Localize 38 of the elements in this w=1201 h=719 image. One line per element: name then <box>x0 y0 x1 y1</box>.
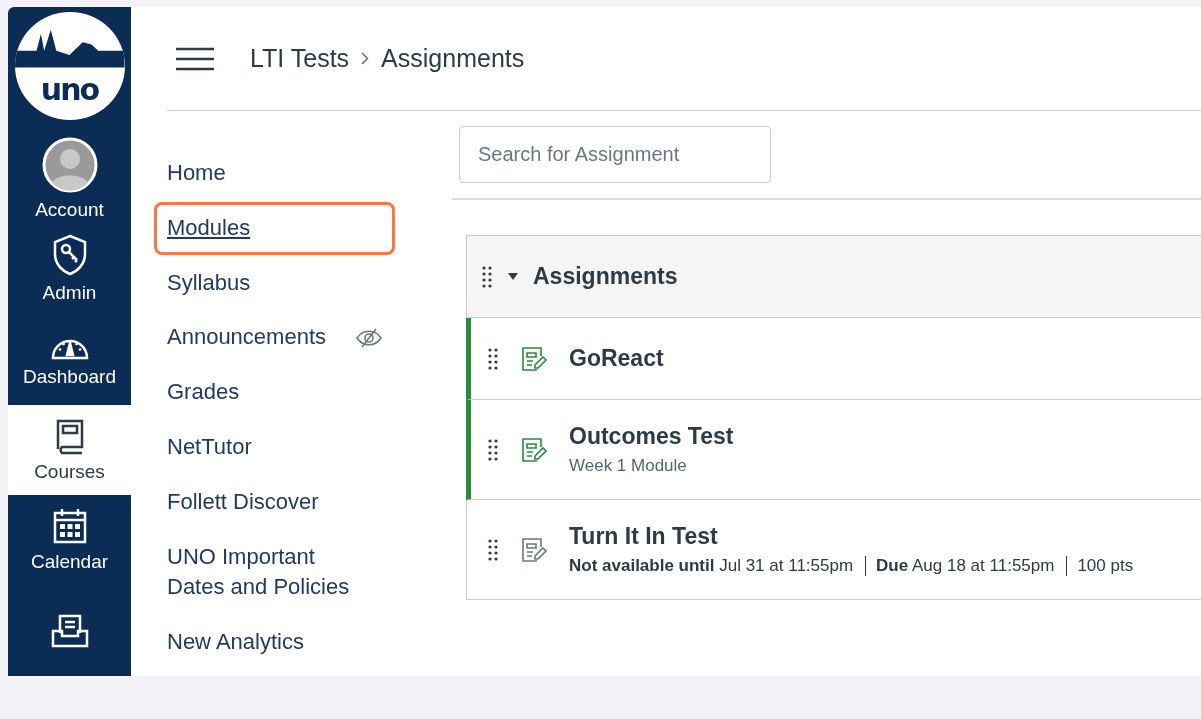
assignment-detail: Not available until Jul 31 at 11:55pm <box>569 556 854 576</box>
inbox-icon <box>49 612 90 649</box>
drag-handle-icon[interactable] <box>487 537 499 562</box>
course-nav-link[interactable]: Follett Discover <box>154 475 395 529</box>
breadcrumb-link[interactable]: Assignments <box>381 44 525 73</box>
assignment-title[interactable]: Turn It In Test <box>569 523 1134 550</box>
course-nav-link[interactable]: Announcements <box>154 311 395 365</box>
search-field[interactable]: Search for Assignment <box>459 126 771 183</box>
course-nav-link[interactable]: UNO Important Dates and Policies <box>154 530 395 615</box>
shield-key-icon <box>51 234 88 277</box>
course-nav-link[interactable]: New Analytics <box>154 616 395 669</box>
drag-handle-icon[interactable] <box>487 346 499 371</box>
course-nav-link[interactable]: Modules <box>154 201 395 255</box>
assignment-detail: Week 1 Module <box>569 456 687 476</box>
breadcrumb-link[interactable]: LTI Tests <box>250 44 350 73</box>
avatar-icon <box>41 137 98 194</box>
course-nav-link[interactable]: NetTutor <box>154 421 395 474</box>
assignment-detail: Due Aug 18 at 11:55pm <box>865 556 1055 576</box>
eye-slash-icon <box>356 327 382 348</box>
course-nav-link[interactable]: Syllabus <box>154 256 395 310</box>
group-title[interactable]: Assignments <box>533 263 678 290</box>
calendar-icon <box>51 507 88 546</box>
course-nav-link[interactable]: Home <box>154 147 395 200</box>
course-nav-link[interactable]: Grades <box>154 366 395 419</box>
nav-item[interactable]: Dashboard <box>8 314 131 405</box>
assignment-detail: 100 pts <box>1066 556 1134 576</box>
nav-item[interactable]: Account <box>8 134 131 225</box>
university-logo[interactable]: uno <box>14 12 125 120</box>
nav-item[interactable]: Admin <box>8 224 131 315</box>
assignment-title[interactable]: Outcomes Test <box>569 423 734 450</box>
menu-icon[interactable] <box>176 46 214 71</box>
assignment-title[interactable]: GoReact <box>569 345 664 372</box>
drag-handle-icon[interactable] <box>481 264 493 289</box>
caret-down-icon[interactable] <box>507 272 519 281</box>
nav-item[interactable]: Courses <box>8 405 131 496</box>
drag-handle-icon[interactable] <box>487 437 499 462</box>
chevron-icon <box>361 52 370 65</box>
nav-item[interactable]: Calendar <box>8 495 131 586</box>
